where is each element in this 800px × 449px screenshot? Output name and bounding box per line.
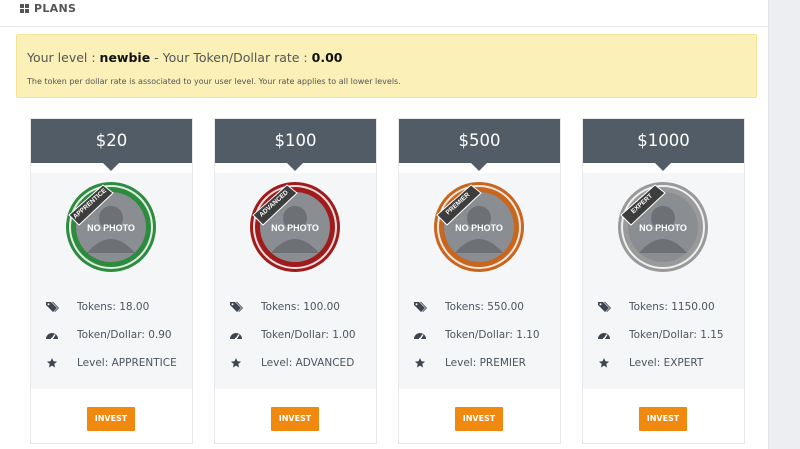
level-badge-icon: NO PHOTO ADVANCED	[247, 179, 343, 275]
level-prefix: Your level :	[27, 50, 100, 65]
plan-card: $1000 NO PHOTO EXPERT Tokens: 1150.00 Token/…	[582, 118, 745, 444]
plan-price-header: $500	[399, 119, 560, 163]
invest-button[interactable]: INVEST	[87, 407, 135, 431]
user-level: newbie	[99, 50, 151, 65]
level-feature: Level: APPRENTICE	[45, 357, 177, 369]
user-rate: 0.00	[311, 50, 343, 65]
star-icon	[597, 357, 611, 369]
rate-text: Token/Dollar: 1.15	[629, 329, 724, 341]
level-feature: Level: PREMIER	[413, 357, 526, 369]
price-arrow	[287, 163, 303, 171]
invest-button[interactable]: INVEST	[455, 407, 503, 431]
level-badge-icon: NO PHOTO EXPERT	[615, 179, 711, 275]
rate-feature: Token/Dollar: 1.10	[413, 329, 540, 341]
plan-price-header: $20	[31, 119, 192, 163]
grid-icon	[20, 4, 29, 13]
rate-prefix: - Your Token/Dollar rate :	[150, 50, 312, 65]
tokens-feature: Tokens: 550.00	[413, 301, 524, 313]
svg-text:NO PHOTO: NO PHOTO	[87, 223, 135, 233]
dashboard-icon	[597, 329, 611, 341]
svg-text:NO PHOTO: NO PHOTO	[455, 223, 503, 233]
rate-text: Token/Dollar: 0.90	[77, 329, 172, 341]
plans-title-text: PLANS	[34, 2, 77, 15]
plan-card: $500 NO PHOTO PREMIER Tokens: 550.00 Token/D…	[398, 118, 561, 444]
level-info: Your level : newbie - Your Token/Dollar …	[27, 50, 342, 65]
rate-feature: Token/Dollar: 1.15	[597, 329, 724, 341]
svg-text:NO PHOTO: NO PHOTO	[271, 223, 319, 233]
level-alert: Your level : newbie - Your Token/Dollar …	[16, 34, 757, 98]
rate-feature: Token/Dollar: 0.90	[45, 329, 172, 341]
plan-price: $100	[274, 131, 317, 150]
plan-price: $1000	[637, 131, 690, 150]
plans-header: PLANS	[0, 0, 768, 27]
tags-icon	[413, 301, 427, 313]
rate-feature: Token/Dollar: 1.00	[229, 329, 356, 341]
star-icon	[413, 357, 427, 369]
plan-price: $20	[95, 131, 128, 150]
plan-price-header: $1000	[583, 119, 744, 163]
price-arrow	[471, 163, 487, 171]
level-text: Level: PREMIER	[445, 357, 526, 369]
plans-title: PLANS	[20, 2, 76, 15]
page: PLANS Your level : newbie - Your Token/D…	[0, 0, 768, 449]
price-arrow	[103, 163, 119, 171]
tokens-feature: Tokens: 1150.00	[597, 301, 715, 313]
star-icon	[229, 357, 243, 369]
star-icon	[45, 357, 59, 369]
tokens-feature: Tokens: 18.00	[45, 301, 149, 313]
tags-icon	[597, 301, 611, 313]
level-text: Level: APPRENTICE	[77, 357, 177, 369]
plan-price-header: $100	[215, 119, 376, 163]
rate-note: The token per dollar rate is associated …	[27, 77, 401, 86]
tokens-text: Tokens: 18.00	[77, 301, 150, 313]
price-arrow	[655, 163, 671, 171]
dashboard-icon	[413, 329, 427, 341]
invest-button[interactable]: INVEST	[271, 407, 319, 431]
level-text: Level: EXPERT	[629, 357, 704, 369]
svg-text:NO PHOTO: NO PHOTO	[639, 223, 687, 233]
plan-card: $100 NO PHOTO ADVANCED Tokens: 100.00 Token/…	[214, 118, 377, 444]
level-feature: Level: ADVANCED	[229, 357, 354, 369]
dashboard-icon	[45, 329, 59, 341]
rate-text: Token/Dollar: 1.00	[261, 329, 356, 341]
level-text: Level: ADVANCED	[261, 357, 355, 369]
tokens-feature: Tokens: 100.00	[229, 301, 340, 313]
tokens-text: Tokens: 550.00	[445, 301, 524, 313]
rate-text: Token/Dollar: 1.10	[445, 329, 540, 341]
scroll-area	[768, 0, 800, 449]
dashboard-icon	[229, 329, 243, 341]
invest-button[interactable]: INVEST	[639, 407, 687, 431]
tokens-text: Tokens: 100.00	[261, 301, 340, 313]
plan-card: $20 NO PHOTO APPRENTICE Tokens: 18.00 Token/…	[30, 118, 193, 444]
level-badge-icon: NO PHOTO APPRENTICE	[63, 179, 159, 275]
plan-price: $500	[458, 131, 501, 150]
level-badge-icon: NO PHOTO PREMIER	[431, 179, 527, 275]
tags-icon	[229, 301, 243, 313]
tags-icon	[45, 301, 59, 313]
tokens-text: Tokens: 1150.00	[629, 301, 715, 313]
level-feature: Level: EXPERT	[597, 357, 703, 369]
